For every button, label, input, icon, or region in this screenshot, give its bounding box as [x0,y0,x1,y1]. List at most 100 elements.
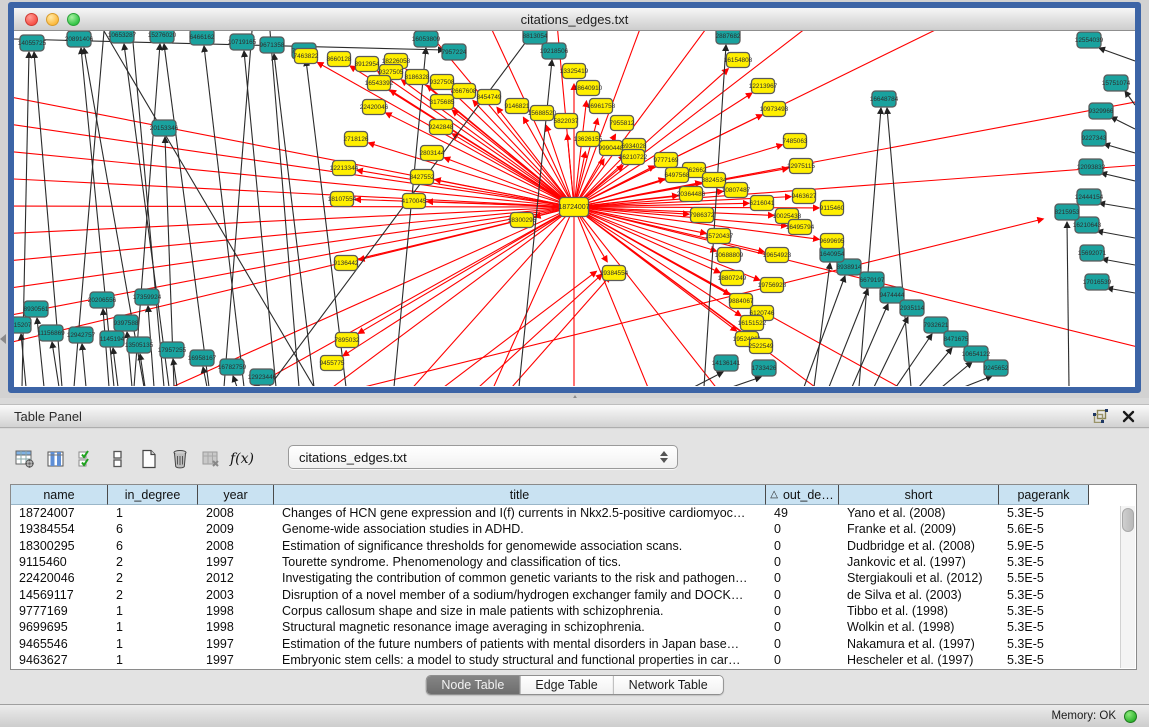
graph-node[interactable]: 12554039 [1075,32,1104,48]
graph-node[interactable]: 8215953 [1055,204,1080,220]
table-row[interactable]: 946554611997Estimation of the future num… [11,635,1136,651]
graph-node[interactable]: 18107554 [328,192,357,207]
graph-node[interactable]: 3824534 [702,173,727,188]
graph-node[interactable]: 16210722 [619,150,648,165]
table-cell[interactable]: 5.6E-5 [999,522,1089,536]
column-header-in_degree[interactable]: in_degree [108,485,198,505]
table-cell[interactable]: 9465546 [11,637,108,651]
graph-node[interactable]: 14055725 [18,35,47,51]
graph-node[interactable]: 9115460 [820,201,845,216]
table-cell[interactable]: Disruption of a novel member of a sodium… [274,588,766,602]
graph-node[interactable]: 16495794 [786,220,815,235]
table-cell[interactable]: 2 [108,571,198,585]
graph-node[interactable]: 20364486 [677,187,706,202]
graph-node[interactable]: 7895032 [335,333,360,348]
unselect-rows-button[interactable] [107,447,129,471]
column-header-title[interactable]: title [274,485,766,505]
graph-node[interactable]: 14136141 [712,355,741,371]
graph-node[interactable]: 9227343 [1082,130,1107,146]
table-cell[interactable]: 2 [108,588,198,602]
graph-node[interactable]: 19654923 [763,248,792,263]
table-cell[interactable]: Stergiakouli et al. (2012) [839,571,999,585]
graph-node[interactable]: 12923446 [248,369,277,385]
table-cell[interactable]: 0 [766,571,839,585]
graph-node[interactable]: 3175685 [430,95,455,110]
table-cell[interactable]: 0 [766,555,839,569]
column-header-out_de[interactable]: △out_de… [766,485,839,505]
float-window-icon[interactable] [1093,409,1108,428]
table-cell[interactable]: Genome-wide association studies in ADHD. [274,522,766,536]
table-cell[interactable]: 0 [766,653,839,667]
table-cell[interactable]: 5.3E-5 [999,653,1089,667]
column-header-short[interactable]: short [839,485,999,505]
table-cell[interactable]: Franke et al. (2009) [839,522,999,536]
graph-node[interactable]: 18640910 [574,81,603,96]
table-cell[interactable]: 0 [766,604,839,618]
graph-node[interactable]: 9455775 [320,356,345,371]
table-cell[interactable]: 1998 [198,620,274,634]
vertical-scrollbar[interactable] [1120,506,1135,668]
table-cell[interactable]: 1997 [198,637,274,651]
graph-node[interactable]: 2667608 [452,84,477,99]
graph-node[interactable]: 1733426 [752,360,777,376]
graph-node[interactable]: 9463627 [792,189,817,204]
graph-node[interactable]: 16543392 [365,76,394,91]
tab-node-table[interactable]: Node Table [426,676,519,694]
graph-node[interactable]: 18724007 [558,198,589,217]
graph-node[interactable]: 3915207 [14,317,32,333]
graph-node[interactable]: 8186328 [405,70,430,85]
graph-node[interactable]: 10653287 [108,31,137,43]
graph-node[interactable]: 19218506 [540,43,569,59]
table-row[interactable]: 911546021997Tourette syndrome. Phenomeno… [11,554,1136,570]
column-header-pagerank[interactable]: pagerank [999,485,1089,505]
table-cell[interactable]: Estimation of the future numbers of pati… [274,637,766,651]
graph-node[interactable]: 10973493 [760,102,789,117]
close-panel-icon[interactable] [1122,410,1135,428]
graph-node[interactable]: 16154808 [724,53,753,68]
table-cell[interactable]: Tibbo et al. (1998) [839,604,999,618]
table-cell[interactable]: 0 [766,620,839,634]
graph-node[interactable]: 17016539 [1083,274,1112,290]
graph-node[interactable]: 10719165 [228,34,257,50]
graph-node[interactable]: 8912954 [355,57,380,72]
table-cell[interactable]: 14569117 [11,588,108,602]
panel-collapse-arrow-icon[interactable] [0,334,6,344]
graph-node[interactable]: 10688809 [715,248,744,263]
window-titlebar[interactable]: citations_edges.txt [14,8,1135,31]
table-cell[interactable]: 1997 [198,555,274,569]
graph-node[interactable]: 20891406 [65,31,94,47]
table-cell[interactable]: 1 [108,506,198,520]
table-cell[interactable]: 0 [766,522,839,536]
scrollbar-thumb[interactable] [1122,508,1134,532]
graph-node[interactable]: 15751074 [1102,75,1131,91]
function-builder-button[interactable]: f(x) [231,447,253,471]
graph-node[interactable]: 20206556 [88,292,117,308]
graph-node[interactable]: 12213967 [749,79,778,94]
graph-node[interactable]: 9329966 [1089,103,1114,119]
graph-node[interactable]: 16648784 [870,91,899,107]
graph-node[interactable]: 9397588 [114,315,139,331]
table-cell[interactable]: 9699695 [11,620,108,634]
table-cell[interactable]: Estimation of significance thresholds fo… [274,539,766,553]
table-cell[interactable]: 9463627 [11,653,108,667]
graph-node[interactable]: 5822037 [554,114,579,129]
table-cell[interactable]: 9115460 [11,555,108,569]
table-cell[interactable]: 18300295 [11,539,108,553]
zoom-window-button[interactable] [67,13,80,26]
table-cell[interactable]: 2008 [198,539,274,553]
table-cell[interactable]: 18724007 [11,506,108,520]
table-cell[interactable]: Investigating the contribution of common… [274,571,766,585]
graph-node[interactable]: 12444154 [1075,189,1104,205]
table-cell[interactable]: Hescheler et al. (1997) [839,653,999,667]
table-cell[interactable]: 49 [766,506,839,520]
graph-node[interactable]: 12093832 [1077,159,1106,175]
graph-node[interactable]: 13325419 [560,64,589,79]
table-cell[interactable]: de Silva et al. (2003) [839,588,999,602]
table-cell[interactable]: 5.3E-5 [999,620,1089,634]
close-window-button[interactable] [25,13,38,26]
graph-node[interactable]: 12975115 [787,159,815,174]
graph-node[interactable]: 12213344 [330,161,359,176]
table-cell[interactable]: 5.3E-5 [999,506,1089,520]
graph-node[interactable]: 7485063 [783,134,808,149]
table-row[interactable]: 1872400712008Changes of HCN gene express… [11,505,1136,521]
